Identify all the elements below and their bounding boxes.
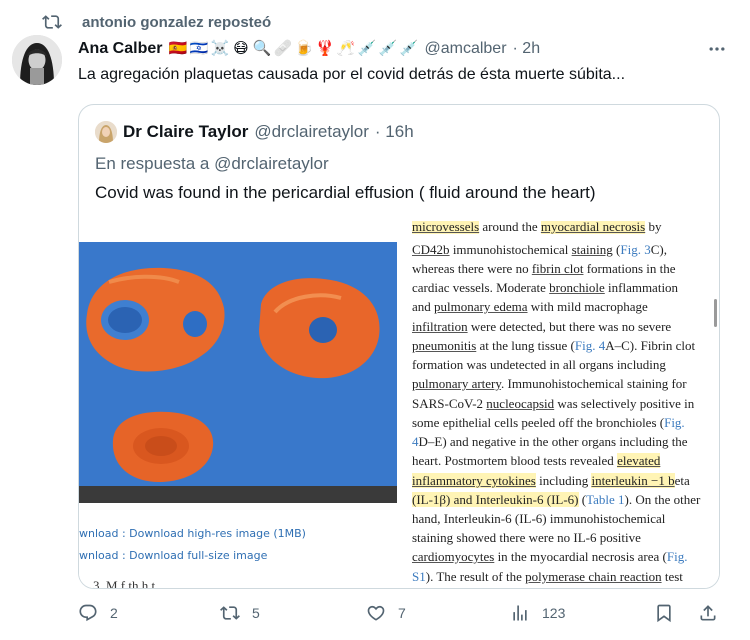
views-button[interactable]: 123 xyxy=(510,598,565,628)
reply-icon xyxy=(79,604,97,622)
more-icon xyxy=(709,47,725,51)
share-icon xyxy=(700,605,716,621)
quote-text: Covid was found in the pericardial effus… xyxy=(95,183,596,202)
quote-time: · 16h xyxy=(374,122,414,141)
quote-header: Dr Claire Taylor @drclairetaylor · 16h xyxy=(95,120,414,144)
repost-text: antonio gonzalez reposteó xyxy=(82,13,272,31)
spain-flag-icon: 🇪🇸 xyxy=(168,40,188,57)
reply-count: 2 xyxy=(110,605,118,621)
tweet-header: Ana Calber 🇪🇸 🇮🇱 ☠️ 😷 🔍 🩹 🍺 🦞 🥂 💉 💉 💉 @a… xyxy=(78,38,734,60)
views-icon xyxy=(513,605,527,621)
quote-media-image[interactable]: wnload : Download high-res image (1MB) w… xyxy=(79,221,719,589)
tweet-text: La agregación plaquetas causada por el c… xyxy=(78,66,626,83)
reply-button[interactable]: 2 xyxy=(78,598,118,628)
avatar-image xyxy=(12,35,62,85)
heart-icon xyxy=(367,605,385,621)
repost-button[interactable]: 5 xyxy=(220,598,260,628)
author-name[interactable]: Ana Calber xyxy=(78,40,162,58)
toast-icon: 🥂 xyxy=(336,40,356,57)
heart-slices-photo xyxy=(79,242,397,503)
figure-caption-cut: 3. M f th h t xyxy=(93,578,156,589)
syringe-icon: 💉 xyxy=(399,40,419,57)
bookmark-button[interactable] xyxy=(654,598,686,628)
magnifier-icon: 🔍 xyxy=(252,40,272,57)
share-button[interactable] xyxy=(698,598,730,628)
image-scrollbar xyxy=(714,299,717,327)
reply-mention[interactable]: @drclairetaylor xyxy=(214,154,329,173)
israel-flag-icon: 🇮🇱 xyxy=(189,40,209,57)
lobster-icon: 🦞 xyxy=(315,40,335,57)
pirate-flag-icon: ☠️ xyxy=(210,40,230,57)
repost-indicator[interactable]: antonio gonzalez reposteó xyxy=(42,12,271,32)
download-high-res-link[interactable]: wnload : Download high-res image (1MB) xyxy=(79,527,306,540)
beer-icon: 🍺 xyxy=(294,40,314,57)
syringe-icon: 💉 xyxy=(357,40,377,57)
bookmark-icon xyxy=(657,604,671,623)
repost-icon xyxy=(220,606,240,620)
like-count: 7 xyxy=(398,605,406,621)
quoted-tweet[interactable]: Dr Claire Taylor @drclairetaylor · 16h E… xyxy=(78,104,720,589)
avatar[interactable] xyxy=(12,35,62,85)
quote-author-handle: @drclairetaylor xyxy=(254,122,369,141)
tweet-time[interactable]: · 2h xyxy=(513,40,541,58)
author-handle[interactable]: @amcalber xyxy=(424,40,506,58)
reply-prefix: En respuesta a xyxy=(95,154,210,173)
paper-text-excerpt: microvessels around the myocardial necro… xyxy=(412,221,701,584)
bandage-icon: 🩹 xyxy=(273,40,293,57)
syringe-icon: 💉 xyxy=(378,40,398,57)
repost-icon xyxy=(42,12,62,32)
author-emojis: 🇪🇸 🇮🇱 ☠️ 😷 🔍 🩹 🍺 🦞 🥂 💉 💉 💉 xyxy=(168,40,419,58)
reply-context: En respuesta a @drclairetaylor xyxy=(95,154,329,174)
quote-avatar xyxy=(95,121,117,143)
download-full-size-link[interactable]: wnload : Download full-size image xyxy=(79,549,267,562)
more-options-button[interactable] xyxy=(700,38,734,60)
views-count: 123 xyxy=(542,605,566,621)
quote-author-name: Dr Claire Taylor xyxy=(123,122,249,141)
mask-face-icon: 😷 xyxy=(233,40,249,57)
repost-count: 5 xyxy=(252,605,260,621)
like-button[interactable]: 7 xyxy=(366,598,406,628)
tweet-actions: 2 5 7 123 xyxy=(78,598,728,628)
